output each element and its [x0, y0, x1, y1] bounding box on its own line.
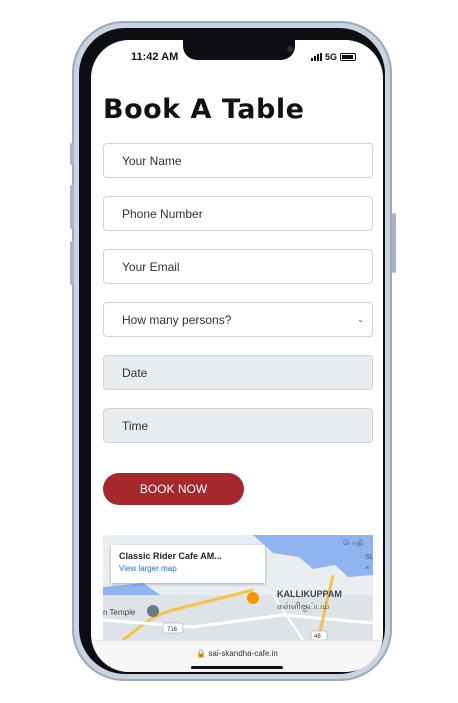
phone-frame: 11:42 AM 5G Book A Table How many person… [70, 21, 396, 681]
date-label: Date [122, 365, 148, 380]
power-button [392, 213, 396, 273]
view-larger-map-link[interactable]: View larger map [119, 564, 257, 573]
email-field[interactable] [103, 249, 373, 284]
phone-input[interactable] [122, 206, 372, 221]
book-now-button[interactable]: BOOK NOW [103, 473, 244, 505]
browser-url-bar[interactable]: 🔒 sai-skandha-cafe.in [91, 640, 383, 672]
home-indicator[interactable] [191, 666, 283, 669]
area-label-tamil: கள்ளிகுப்பம் [277, 602, 329, 613]
url-text: sai-skandha-cafe.in [208, 649, 278, 658]
screen: 11:42 AM 5G Book A Table How many person… [91, 40, 383, 672]
name-field[interactable] [103, 143, 373, 178]
volume-up-button [70, 185, 74, 229]
signal-icon [311, 53, 322, 61]
url-display[interactable]: 🔒 sai-skandha-cafe.in [91, 649, 383, 658]
partial-label-1: பொதி [343, 539, 363, 547]
battery-icon [340, 53, 357, 61]
map-embed[interactable]: 716 48 n Temple KALLIKUPPAM கள்ளிகுப்பம்… [103, 535, 373, 640]
partial-label-3: சு [365, 563, 370, 571]
status-indicators: 5G [311, 52, 357, 62]
time-label: Time [122, 418, 149, 433]
temple-label: n Temple [103, 608, 136, 617]
status-time: 11:42 AM [131, 51, 179, 63]
map-info-card: Classic Rider Cafe AM... View larger map [111, 545, 265, 583]
time-field[interactable]: Time [103, 408, 373, 443]
silent-switch [70, 143, 74, 165]
volume-down-button [70, 241, 74, 285]
phone-bezel: 11:42 AM 5G Book A Table How many person… [79, 28, 385, 674]
camera-icon [287, 46, 293, 52]
partial-label-2: SU [365, 554, 373, 561]
name-input[interactable] [122, 153, 372, 168]
persons-select-value: How many persons? [122, 312, 232, 327]
lock-icon: 🔒 [196, 649, 207, 658]
map-place-name: Classic Rider Cafe AM... [119, 551, 222, 561]
date-field[interactable]: Date [103, 355, 373, 390]
email-input[interactable] [122, 259, 372, 274]
network-label: 5G [325, 52, 338, 62]
chevron-down-icon: ⌄ [357, 315, 364, 324]
map-land-2 [103, 595, 373, 640]
persons-select[interactable]: How many persons? ⌄ [103, 302, 373, 337]
area-label: KALLIKUPPAM [277, 589, 342, 599]
restaurant-pin-icon [247, 592, 259, 604]
page-title: Book A Table [103, 94, 305, 125]
road-716-label: 716 [167, 627, 178, 633]
phone-field[interactable] [103, 196, 373, 231]
notch [183, 40, 295, 60]
temple-pin-icon [147, 605, 159, 617]
